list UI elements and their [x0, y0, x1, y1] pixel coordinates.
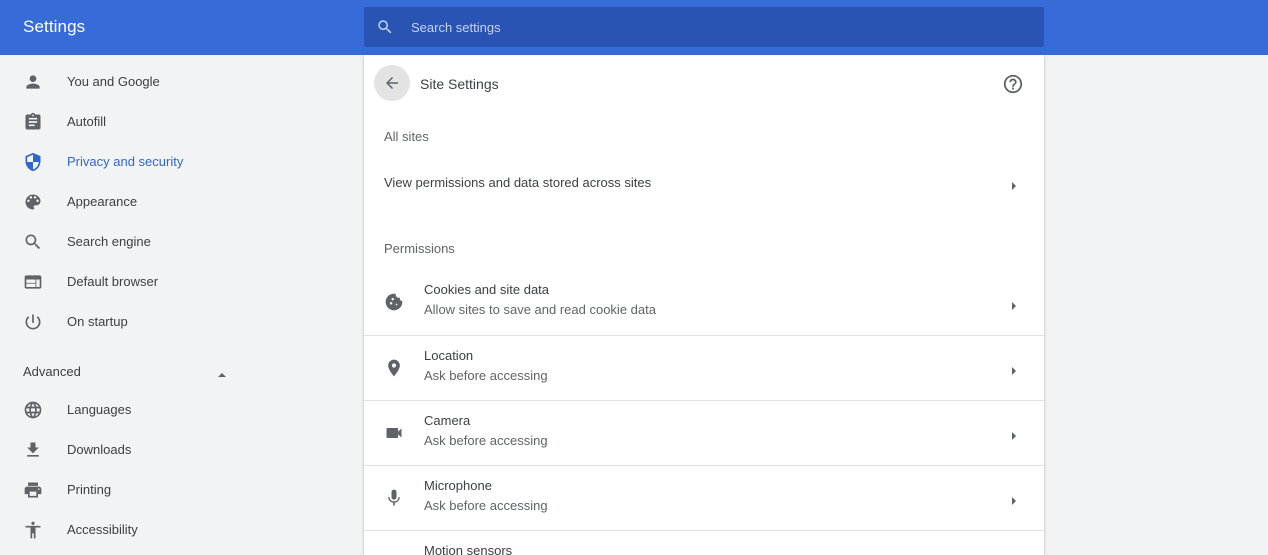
camera-icon — [384, 423, 404, 443]
shield-icon — [23, 152, 43, 172]
permission-title: Cookies and site data — [424, 282, 550, 297]
sidebar-item-label: Appearance — [67, 194, 138, 209]
permission-subtitle: Allow sites to save and read cookie data — [424, 302, 656, 317]
search-icon — [23, 232, 43, 252]
sidebar-item-label: Autofill — [67, 114, 107, 129]
advanced-label: Advanced — [23, 364, 81, 379]
power-icon — [23, 312, 43, 332]
sidebar-item-label: Printing — [67, 482, 112, 497]
permission-title: Motion sensors — [424, 543, 513, 555]
search-input[interactable] — [409, 7, 1029, 47]
cookie-icon — [384, 292, 404, 312]
permission-title: Camera — [424, 413, 471, 428]
sidebar-item-label: Default browser — [67, 274, 159, 289]
sidebar-item-default-browser[interactable]: Default browser — [0, 262, 240, 302]
advanced-toggle[interactable]: Advanced — [23, 362, 233, 382]
back-button[interactable] — [374, 65, 410, 101]
sidebar-item-label: Privacy and security — [67, 154, 184, 169]
sidebar-item-languages[interactable]: Languages — [0, 390, 240, 430]
help-button[interactable] — [1002, 73, 1024, 95]
permissions-heading: Permissions — [384, 241, 455, 256]
permission-row-cookies[interactable]: Cookies and site data Allow sites to sav… — [364, 270, 1044, 335]
sidebar-item-accessibility[interactable]: Accessibility — [0, 510, 240, 550]
sidebar-item-appearance[interactable]: Appearance — [0, 182, 240, 222]
permission-row-motion-sensors[interactable]: Motion sensors — [364, 530, 1044, 555]
permission-row-location[interactable]: Location Ask before accessing — [364, 335, 1044, 400]
sidebar-item-on-startup[interactable]: On startup — [0, 302, 240, 342]
permission-title: Microphone — [424, 478, 492, 493]
browser-icon — [23, 272, 43, 292]
caret-right-icon — [1010, 493, 1018, 505]
app-title: Settings — [23, 17, 86, 36]
printer-icon — [23, 480, 43, 500]
sidebar: You and Google Autofill Privacy and secu… — [0, 55, 260, 555]
permission-row-camera[interactable]: Camera Ask before accessing — [364, 400, 1044, 465]
site-settings-card: Site Settings All sites View permissions… — [364, 55, 1044, 555]
all-sites-row-label: View permissions and data stored across … — [384, 175, 652, 190]
download-icon — [23, 440, 43, 460]
all-sites-row[interactable]: View permissions and data stored across … — [364, 163, 1044, 203]
sidebar-item-autofill[interactable]: Autofill — [0, 102, 240, 142]
globe-icon — [23, 400, 43, 420]
microphone-icon — [384, 488, 404, 508]
page-title: Site Settings — [420, 76, 499, 92]
sidebar-item-label: Languages — [67, 402, 132, 417]
sidebar-item-you-and-google[interactable]: You and Google — [0, 62, 240, 102]
sidebar-item-label: Search engine — [67, 234, 151, 249]
sidebar-item-printing[interactable]: Printing — [0, 470, 240, 510]
permission-subtitle: Ask before accessing — [424, 433, 548, 448]
clipboard-icon — [23, 112, 43, 132]
permission-subtitle: Ask before accessing — [424, 368, 548, 383]
back-arrow-icon — [386, 77, 398, 89]
person-icon — [23, 72, 43, 92]
permission-subtitle: Ask before accessing — [424, 498, 548, 513]
permission-title: Location — [424, 348, 474, 363]
sidebar-item-search-engine[interactable]: Search engine — [0, 222, 240, 262]
sidebar-item-label: On startup — [67, 314, 128, 329]
accessibility-icon — [23, 520, 43, 540]
caret-right-icon — [1010, 428, 1018, 440]
sidebar-item-label: Downloads — [67, 442, 132, 457]
top-bar: Settings — [0, 0, 1268, 55]
search-icon — [376, 18, 394, 36]
location-pin-icon — [384, 358, 404, 378]
permission-row-microphone[interactable]: Microphone Ask before accessing — [364, 465, 1044, 530]
sidebar-item-downloads[interactable]: Downloads — [0, 430, 240, 470]
caret-right-icon — [1010, 298, 1018, 310]
arrow-up-icon — [216, 367, 228, 377]
all-sites-heading: All sites — [384, 129, 429, 144]
sidebar-item-label: You and Google — [67, 74, 160, 89]
sidebar-item-label: Accessibility — [67, 522, 138, 537]
caret-right-icon — [1010, 363, 1018, 375]
palette-icon — [23, 192, 43, 212]
help-icon — [1003, 74, 1023, 94]
search-box[interactable] — [364, 7, 1044, 47]
caret-right-icon — [1010, 178, 1018, 190]
sidebar-item-privacy-and-security[interactable]: Privacy and security — [0, 142, 240, 182]
